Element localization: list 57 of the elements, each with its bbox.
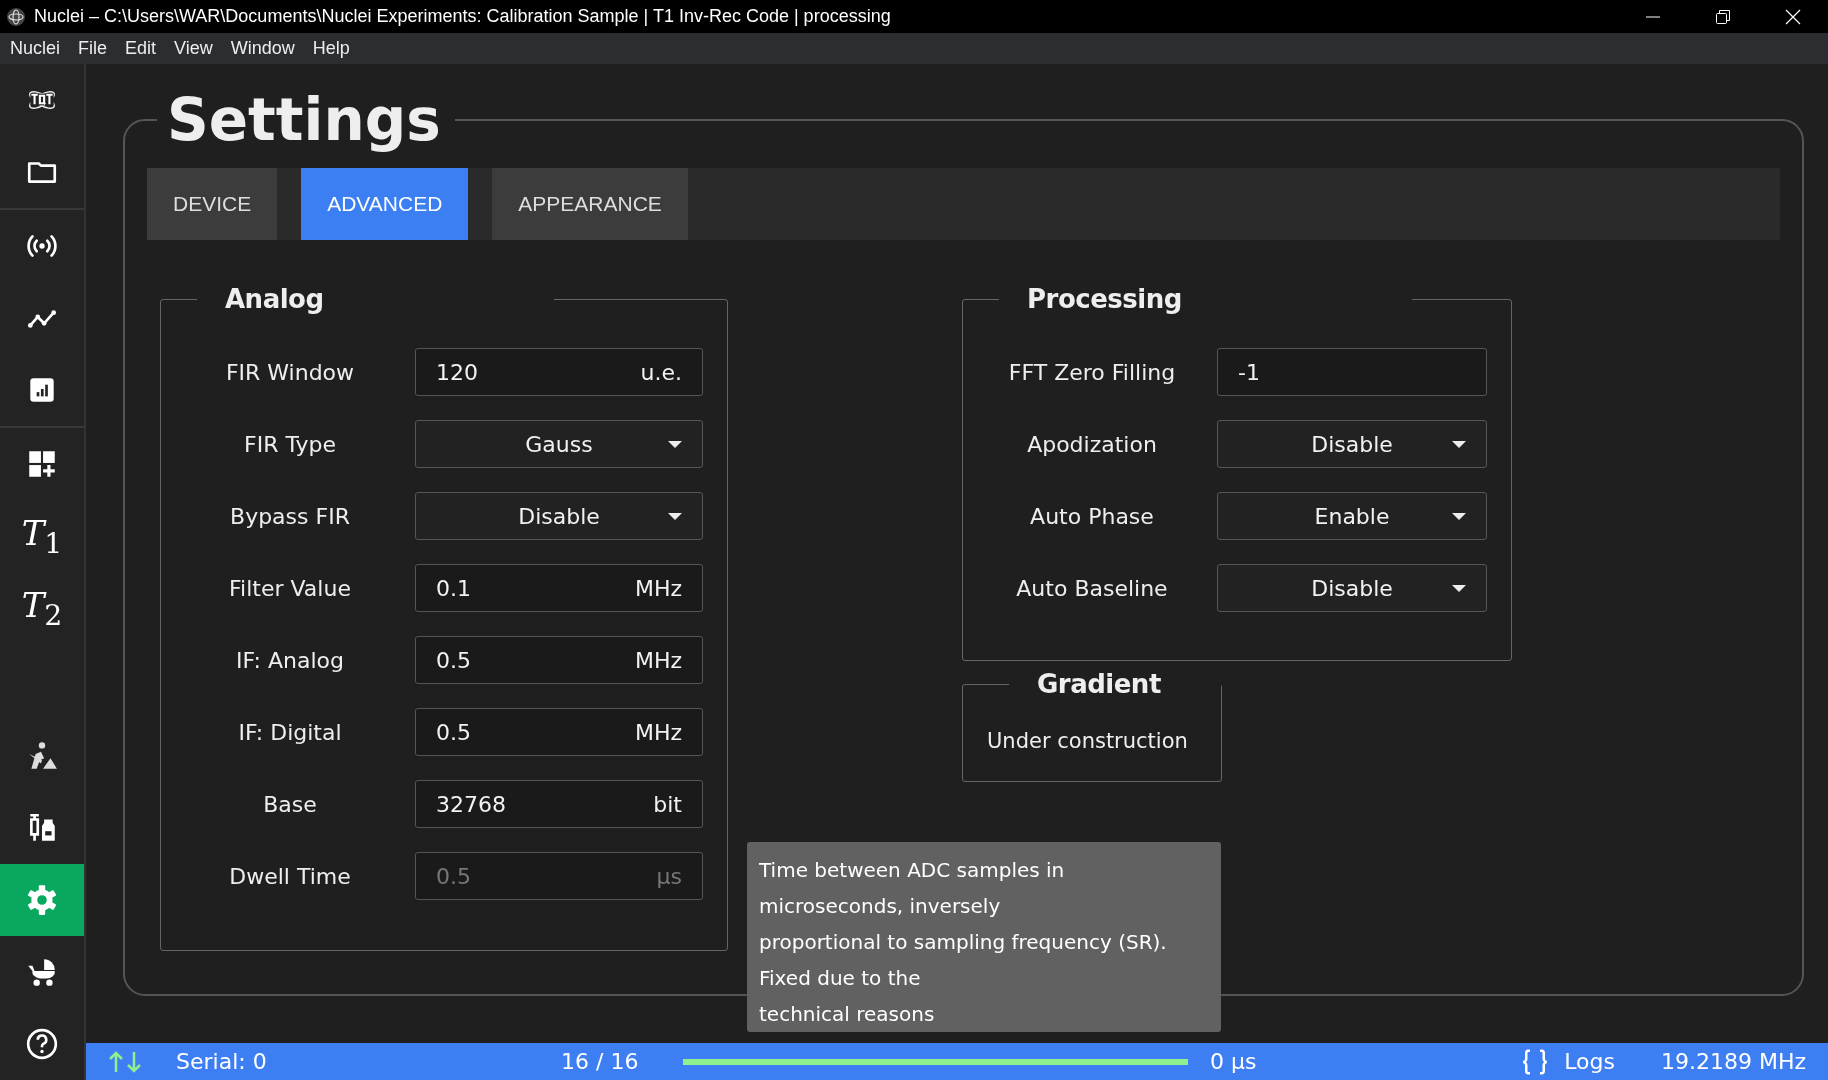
page-title: Settings (166, 86, 442, 154)
group-title: Gradient (1036, 669, 1162, 699)
menu-item[interactable]: Nuclei (4, 36, 67, 61)
menu-item[interactable]: File (72, 36, 114, 61)
disabled-input-field: 0.5 µs (415, 852, 703, 900)
field-label: FIR Window (224, 359, 356, 385)
field-label: Base (262, 791, 318, 817)
window-title: Nuclei – C:\Users\WAR\Documents\Nuclei Experiments: Calibration Sample | T1 Inv-Rec Code | processing (34, 6, 891, 27)
field-label: Filter Value (228, 575, 352, 601)
input-field[interactable]: 32768 bit (415, 780, 703, 828)
sidebar-item[interactable]: T$_{1}$ (0, 500, 84, 572)
close-icon[interactable] (1785, 8, 1801, 25)
field-label: FIR Type (243, 431, 337, 457)
field-label: Auto Baseline (1015, 575, 1169, 601)
field-label: Apodization (1026, 431, 1158, 457)
caret-icon (1452, 441, 1466, 448)
input-field[interactable]: -1 (1217, 348, 1487, 396)
placeholder-text: Under construction (987, 729, 1188, 753)
serial-status: Serial: 0 (176, 1049, 267, 1074)
dropdown[interactable]: Disable (1217, 564, 1487, 612)
tab[interactable]: ADVANCED (301, 168, 469, 240)
group-title: Processing (1026, 284, 1183, 314)
dropdown[interactable]: Enable (1217, 492, 1487, 540)
input-field[interactable]: 120 u.e. (415, 348, 703, 396)
input-field[interactable]: 0.1 MHz (415, 564, 703, 612)
dropdown[interactable]: Gauss (415, 420, 703, 468)
help-icon (25, 1027, 59, 1061)
group-title: Analog (224, 284, 325, 314)
field-label: IF: Digital (237, 719, 343, 745)
elapsed-time: 0 µs (1210, 1049, 1257, 1074)
restore-icon[interactable] (1715, 8, 1731, 25)
sidebar-item[interactable]: T$_{2}$ (0, 572, 84, 644)
field-label: FFT Zero Filling (1007, 359, 1177, 385)
input-field[interactable]: 0.5 MHz (415, 708, 703, 756)
field-label: Auto Phase (1029, 503, 1155, 529)
input-field[interactable]: 0.5 MHz (415, 636, 703, 684)
menu-item[interactable]: Help (306, 36, 356, 61)
frequency-readout: 19.2189 MHz (1660, 1049, 1806, 1074)
tab[interactable]: DEVICE (147, 168, 278, 240)
app-icon (6, 6, 26, 27)
settings-icon (25, 883, 59, 917)
caret-icon (1452, 585, 1466, 592)
menu-item[interactable]: View (168, 36, 219, 61)
logs-button[interactable]: Logs (1564, 1049, 1615, 1074)
dropdown[interactable]: Disable (415, 492, 703, 540)
caret-icon (668, 441, 682, 448)
tooltip: Time between ADC samples in microseconds, inversely proportional to sampling frequency (SR). Fixed due to the technical reasons (747, 842, 1221, 1032)
field-label: Dwell Time (228, 863, 352, 889)
tab[interactable]: APPEARANCE (492, 168, 688, 240)
menu-item[interactable]: Edit (119, 36, 163, 61)
progress-count: 16 / 16 (561, 1049, 640, 1074)
field-label: IF: Analog (235, 647, 345, 673)
menu-item[interactable]: Window (224, 36, 301, 61)
caret-icon (668, 513, 682, 520)
dropdown[interactable]: Disable (1217, 420, 1487, 468)
caret-icon (1452, 513, 1466, 520)
field-label: Bypass FIR (229, 503, 351, 529)
